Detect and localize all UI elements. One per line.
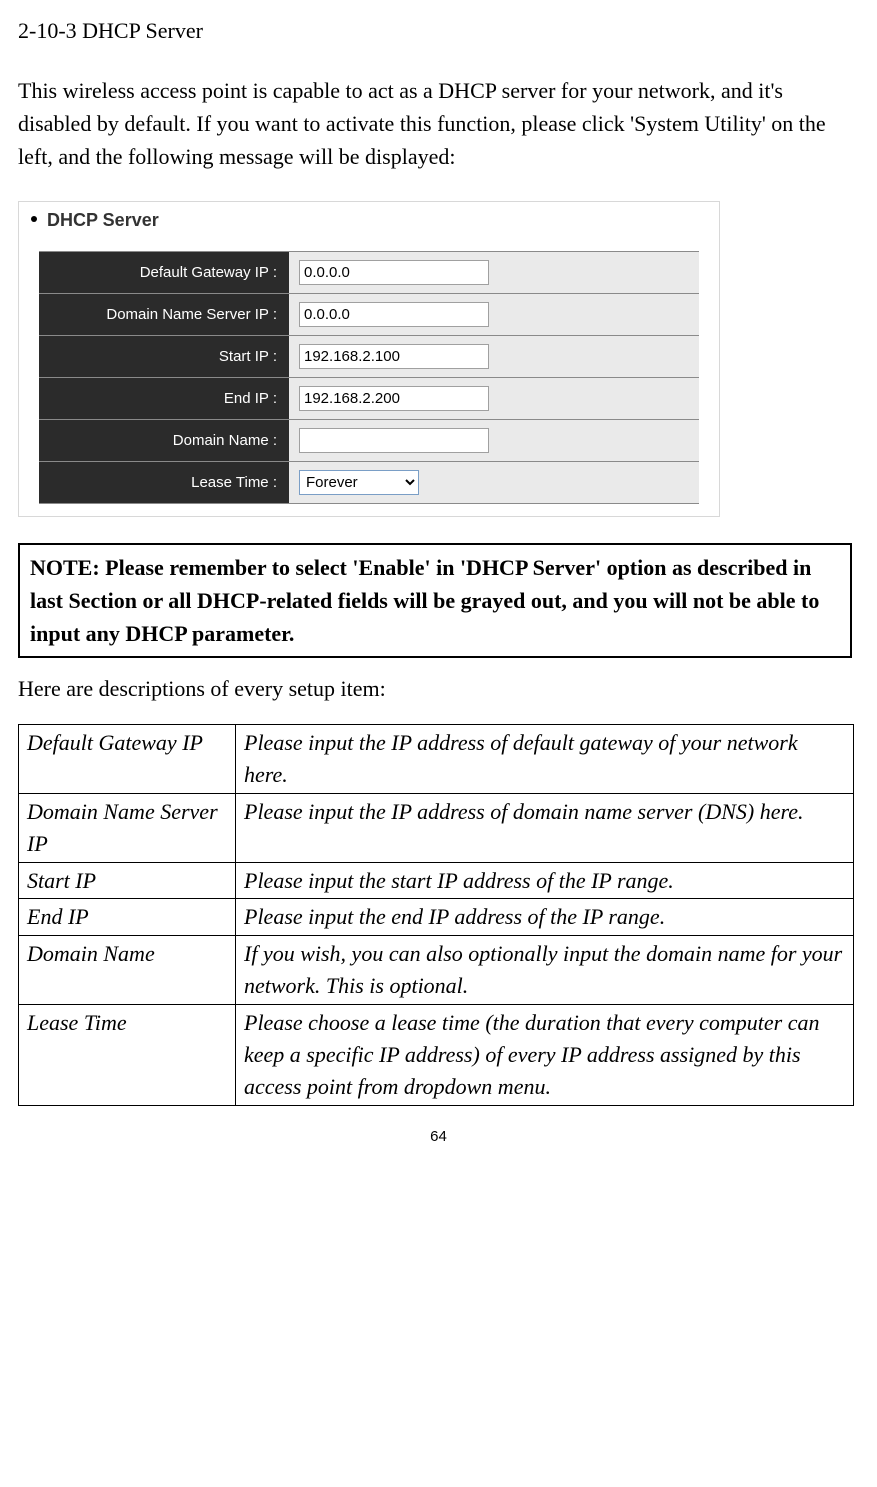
label-domain-name: Domain Name : [39, 420, 289, 461]
panel-heading-text: DHCP Server [47, 210, 159, 230]
item-name: End IP [19, 899, 236, 936]
table-row: Domain Name If you wish, you can also op… [19, 936, 854, 1005]
intro-paragraph: This wireless access point is capable to… [18, 74, 859, 173]
field-start-ip [289, 336, 699, 377]
section-title: 2-10-3 DHCP Server [18, 18, 859, 44]
domain-name-input[interactable] [299, 428, 489, 453]
row-domain-name: Domain Name : [39, 419, 699, 461]
row-dns: Domain Name Server IP : [39, 293, 699, 335]
table-row: Default Gateway IP Please input the IP a… [19, 725, 854, 794]
item-name: Start IP [19, 862, 236, 899]
field-dns [289, 294, 699, 335]
row-end-ip: End IP : [39, 377, 699, 419]
field-domain-name [289, 420, 699, 461]
page-number: 64 [18, 1128, 859, 1145]
table-row: Start IP Please input the start IP addre… [19, 862, 854, 899]
label-dns: Domain Name Server IP : [39, 294, 289, 335]
panel-heading: DHCP Server [19, 202, 719, 237]
bullet-icon [31, 216, 37, 222]
default-gateway-input[interactable] [299, 260, 489, 285]
table-row: Domain Name Server IP Please input the I… [19, 793, 854, 862]
item-name: Default Gateway IP [19, 725, 236, 794]
item-name: Domain Name [19, 936, 236, 1005]
item-desc: Please input the start IP address of the… [236, 862, 854, 899]
item-name: Lease Time [19, 1005, 236, 1106]
start-ip-input[interactable] [299, 344, 489, 369]
row-lease-time: Lease Time : Forever [39, 461, 699, 504]
table-row: Lease Time Please choose a lease time (t… [19, 1005, 854, 1106]
dns-input[interactable] [299, 302, 489, 327]
item-desc: Please input the IP address of default g… [236, 725, 854, 794]
label-lease-time: Lease Time : [39, 462, 289, 503]
item-name: Domain Name Server IP [19, 793, 236, 862]
label-default-gateway: Default Gateway IP : [39, 252, 289, 293]
item-desc: If you wish, you can also optionally inp… [236, 936, 854, 1005]
setup-items-table: Default Gateway IP Please input the IP a… [18, 724, 854, 1106]
field-default-gateway [289, 252, 699, 293]
table-row: End IP Please input the end IP address o… [19, 899, 854, 936]
field-lease-time: Forever [289, 462, 699, 503]
field-end-ip [289, 378, 699, 419]
note-box: NOTE: Please remember to select 'Enable'… [18, 543, 852, 658]
label-end-ip: End IP : [39, 378, 289, 419]
form-area: Default Gateway IP : Domain Name Server … [19, 237, 719, 510]
label-start-ip: Start IP : [39, 336, 289, 377]
row-default-gateway: Default Gateway IP : [39, 251, 699, 293]
end-ip-input[interactable] [299, 386, 489, 411]
lease-time-select[interactable]: Forever [299, 470, 419, 495]
descriptions-intro: Here are descriptions of every setup ite… [18, 676, 859, 702]
row-start-ip: Start IP : [39, 335, 699, 377]
dhcp-server-panel: DHCP Server Default Gateway IP : Domain … [18, 201, 720, 517]
item-desc: Please input the IP address of domain na… [236, 793, 854, 862]
item-desc: Please choose a lease time (the duration… [236, 1005, 854, 1106]
item-desc: Please input the end IP address of the I… [236, 899, 854, 936]
